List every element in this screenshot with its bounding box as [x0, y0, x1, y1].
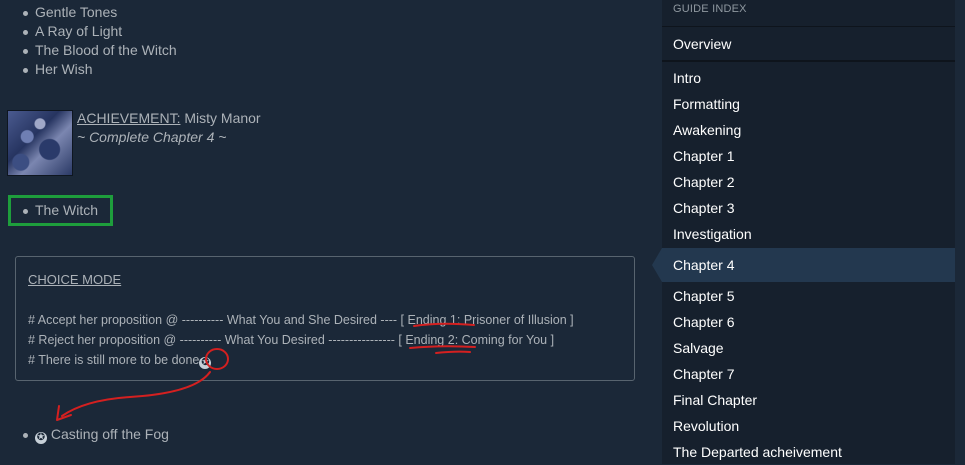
list-item: A Ray of Light: [0, 22, 177, 41]
choice-mode-box: CHOICE MODE # Accept her proposition @ -…: [15, 256, 635, 381]
star-icon: ✪: [35, 432, 47, 444]
guide-index-sidebar: GUIDE INDEX Overview Intro Formatting Aw…: [662, 0, 955, 464]
choice-line-more: # There is still more to be done ✪: [28, 353, 212, 369]
ending-tag: Ending 1: [407, 313, 457, 327]
ending-tag: Ending 2: [405, 333, 455, 347]
achievement-name: Misty Manor: [184, 110, 261, 126]
sidebar-item-chapter-2[interactable]: Chapter 2: [662, 169, 955, 195]
achievement-title: ACHIEVEMENT: Misty Manor: [77, 110, 261, 126]
sidebar-item-salvage[interactable]: Salvage: [662, 335, 955, 361]
sidebar-item-chapter-1[interactable]: Chapter 1: [662, 143, 955, 169]
choice-text: # There is still more to be done: [28, 353, 200, 367]
divider: [662, 26, 955, 27]
list-item: Gentle Tones: [0, 3, 177, 22]
choice-mode-title: CHOICE MODE: [28, 272, 122, 287]
sidebar-item-chapter-7[interactable]: Chapter 7: [662, 361, 955, 387]
divider: [662, 60, 955, 62]
bottom-list: ✪ Casting off the Fog: [0, 425, 169, 444]
star-icon: ✪: [199, 357, 212, 369]
sidebar-item-intro[interactable]: Intro: [662, 65, 955, 91]
arrow-head: [56, 405, 72, 421]
list-item-the-witch: The Witch: [0, 201, 98, 220]
sidebar-header: GUIDE INDEX: [673, 3, 747, 15]
witch-list: The Witch: [0, 201, 98, 220]
sidebar-item-chapter-6[interactable]: Chapter 6: [662, 309, 955, 335]
sidebar-item-overview[interactable]: Overview: [662, 31, 955, 57]
choice-text: # Reject her proposition @ ---------- Wh…: [28, 333, 402, 347]
achievement-label: ACHIEVEMENT:: [77, 110, 181, 126]
sidebar-item-chapter-4[interactable]: Chapter 4: [662, 248, 955, 282]
choice-text: # Accept her proposition @ ---------- Wh…: [28, 313, 405, 327]
list-item: Her Wish: [0, 60, 177, 79]
achievement-subtitle: ~ Complete Chapter 4 ~: [77, 129, 227, 145]
choice-line-reject: # Reject her proposition @ ---------- Wh…: [28, 333, 554, 347]
sidebar-item-the-departed-acheivement[interactable]: The Departed acheivement: [662, 439, 955, 465]
list-item: The Blood of the Witch: [0, 41, 177, 60]
choice-line-accept: # Accept her proposition @ ---------- Wh…: [28, 313, 574, 327]
achievement-image: [7, 110, 73, 176]
active-indicator-arrow: [652, 248, 662, 282]
ending-title: : Prisoner of Illusion ]: [456, 313, 574, 327]
sidebar-item-final-chapter[interactable]: Final Chapter: [662, 387, 955, 413]
song-list: Gentle Tones A Ray of Light The Blood of…: [0, 3, 177, 79]
sidebar-item-chapter-5[interactable]: Chapter 5: [662, 283, 955, 309]
sidebar-item-chapter-3[interactable]: Chapter 3: [662, 195, 955, 221]
list-item-label: Casting off the Fog: [50, 426, 169, 442]
guide-content: Gentle Tones A Ray of Light The Blood of…: [0, 0, 650, 464]
sidebar-item-revolution[interactable]: Revolution: [662, 413, 955, 439]
list-item-casting-off-the-fog: ✪ Casting off the Fog: [0, 425, 169, 444]
sidebar-item-awakening[interactable]: Awakening: [662, 117, 955, 143]
ending-title: : Coming for You ]: [454, 333, 555, 347]
sidebar-item-formatting[interactable]: Formatting: [662, 91, 955, 117]
sidebar-item-investigation[interactable]: Investigation: [662, 221, 955, 247]
